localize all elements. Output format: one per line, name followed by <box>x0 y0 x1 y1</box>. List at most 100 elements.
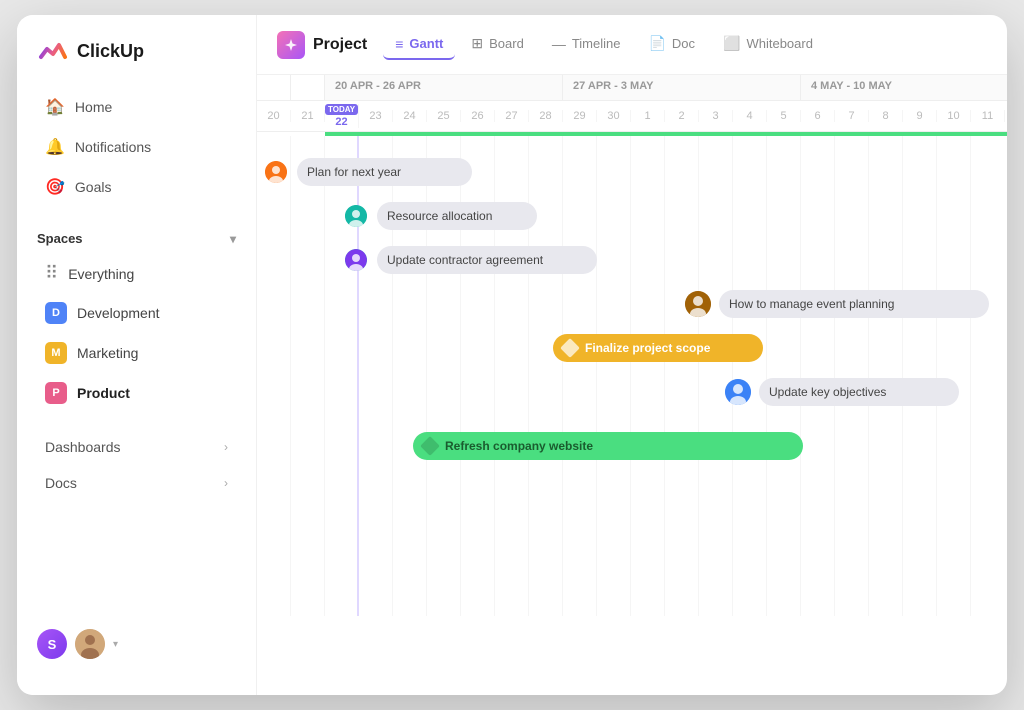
home-icon: 🏠 <box>45 97 65 117</box>
home-label: Home <box>75 99 112 115</box>
date-header: 20 APR - 26 APR 27 APR - 3 MAY 4 MAY - 1… <box>257 75 1007 132</box>
project-icon <box>277 31 305 59</box>
week-labels-row: 20 APR - 26 APR 27 APR - 3 MAY 4 MAY - 1… <box>257 75 1007 101</box>
day-28: 28 <box>529 110 563 122</box>
spaces-label: Spaces <box>37 231 83 246</box>
everything-label: Everything <box>68 266 134 282</box>
day-3: 3 <box>699 110 733 122</box>
task-avatar-event <box>685 291 711 317</box>
product-label: Product <box>77 385 130 401</box>
day-4: 4 <box>733 110 767 122</box>
task-row-website: Refresh company website <box>257 428 1007 464</box>
gantt-tab-icon: ≡ <box>395 36 403 52</box>
task-label-resource: Resource allocation <box>387 209 492 223</box>
day-2: 2 <box>665 110 699 122</box>
task-label-contractor: Update contractor agreement <box>387 253 543 267</box>
task-avatar-contractor <box>345 249 367 271</box>
sidebar-item-product[interactable]: P Product <box>25 374 248 412</box>
sidebar-item-development[interactable]: D Development <box>25 294 248 332</box>
sidebar-item-home[interactable]: 🏠 Home <box>25 88 248 126</box>
main-content: Project ≡ Gantt ⊞ Board — Timeline 📄 Doc… <box>257 15 1007 695</box>
docs-chevron-icon: › <box>224 476 228 490</box>
task-row-objectives: Update key objectives <box>257 374 1007 410</box>
day-27: 27 <box>495 110 529 122</box>
day-8: 8 <box>869 110 903 122</box>
sidebar-item-dashboards[interactable]: Dashboards › <box>25 430 248 464</box>
task-bar-website[interactable]: Refresh company website <box>413 432 803 460</box>
tab-timeline[interactable]: — Timeline <box>540 30 633 60</box>
logo-area: ClickUp <box>17 35 256 87</box>
task-avatar-plan <box>265 161 287 183</box>
day-5: 5 <box>767 110 801 122</box>
day-6: 6 <box>801 110 835 122</box>
today-label: TODAY <box>325 104 358 115</box>
day-12: 12 <box>1005 110 1007 122</box>
task-row-contractor: Update contractor agreement <box>257 242 1007 278</box>
sidebar-item-docs[interactable]: Docs › <box>25 466 248 500</box>
day-11: 11 <box>971 110 1005 122</box>
goals-icon: 🎯 <box>45 177 65 197</box>
sidebar-item-everything[interactable]: ⠿ Everything <box>25 255 248 292</box>
day-7: 7 <box>835 110 869 122</box>
development-label: Development <box>77 305 160 321</box>
task-bar-event[interactable]: How to manage event planning <box>719 290 989 318</box>
task-row-finalize: Finalize project scope <box>257 330 1007 366</box>
tab-whiteboard[interactable]: ⬜ Whiteboard <box>711 29 825 60</box>
clickup-logo-icon <box>37 35 69 67</box>
sidebar-item-notifications[interactable]: 🔔 Notifications <box>25 128 248 166</box>
tab-doc[interactable]: 📄 Doc <box>636 29 707 60</box>
week-spacer2 <box>291 75 325 100</box>
whiteboard-tab-icon: ⬜ <box>723 35 740 52</box>
project-sparkle-icon <box>283 37 299 53</box>
day-24: 24 <box>393 110 427 122</box>
day-20: 20 <box>257 110 291 122</box>
task-label-plan: Plan for next year <box>307 165 401 179</box>
doc-tab-icon: 📄 <box>648 35 665 52</box>
top-bar: Project ≡ Gantt ⊞ Board — Timeline 📄 Doc… <box>257 15 1007 75</box>
task-label-event: How to manage event planning <box>729 297 894 311</box>
sidebar-item-marketing[interactable]: M Marketing <box>25 334 248 372</box>
week-label-3: 4 MAY - 10 MAY <box>801 75 1007 100</box>
everything-icon: ⠿ <box>45 263 58 284</box>
task-row-resource: Resource allocation <box>257 198 1007 234</box>
tab-gantt[interactable]: ≡ Gantt <box>383 30 455 60</box>
task-bar-plan[interactable]: Plan for next year <box>297 158 472 186</box>
task-avatar-objectives <box>725 379 751 405</box>
task-row-plan: Plan for next year <box>257 154 1007 190</box>
task-row-event: How to manage event planning <box>257 286 1007 322</box>
gantt-tab-label: Gantt <box>409 36 443 51</box>
docs-label: Docs <box>45 475 77 491</box>
day-9: 9 <box>903 110 937 122</box>
task-bar-contractor[interactable]: Update contractor agreement <box>377 246 597 274</box>
user-avatar-s[interactable]: S <box>37 629 67 659</box>
task-label-finalize: Finalize project scope <box>585 341 710 355</box>
week-label-2: 27 APR - 3 MAY <box>563 75 801 100</box>
sidebar-item-goals[interactable]: 🎯 Goals <box>25 168 248 206</box>
notifications-label: Notifications <box>75 139 151 155</box>
diamond-icon-finalize <box>560 338 580 358</box>
user-avatar-2[interactable] <box>75 629 105 659</box>
day-22-today: TODAY 22 <box>325 104 359 128</box>
marketing-badge: M <box>45 342 67 364</box>
goals-label: Goals <box>75 179 112 195</box>
task-bar-objectives[interactable]: Update key objectives <box>759 378 959 406</box>
avatar-chevron-icon[interactable]: ▾ <box>113 639 118 650</box>
section-divider-2 <box>17 413 256 429</box>
gantt-body: Plan for next year Resource allocation <box>257 136 1007 616</box>
spaces-chevron-icon[interactable]: ▾ <box>230 232 236 246</box>
days-row: 20 21 TODAY 22 23 24 25 26 27 28 29 30 1 <box>257 101 1007 131</box>
tab-board[interactable]: ⊞ Board <box>459 29 535 60</box>
dashboards-label: Dashboards <box>45 439 121 455</box>
task-bar-finalize[interactable]: Finalize project scope <box>553 334 763 362</box>
week-label-1: 20 APR - 26 APR <box>325 75 563 100</box>
task-bar-resource[interactable]: Resource allocation <box>377 202 537 230</box>
sidebar-bottom: S ▾ <box>17 613 256 675</box>
day-23: 23 <box>359 110 393 122</box>
product-badge: P <box>45 382 67 404</box>
day-30: 30 <box>597 110 631 122</box>
diamond-icon-website <box>420 436 440 456</box>
whiteboard-tab-label: Whiteboard <box>746 36 812 51</box>
section-divider <box>17 207 256 223</box>
timeline-tab-label: Timeline <box>572 36 621 51</box>
dashboards-chevron-icon: › <box>224 440 228 454</box>
